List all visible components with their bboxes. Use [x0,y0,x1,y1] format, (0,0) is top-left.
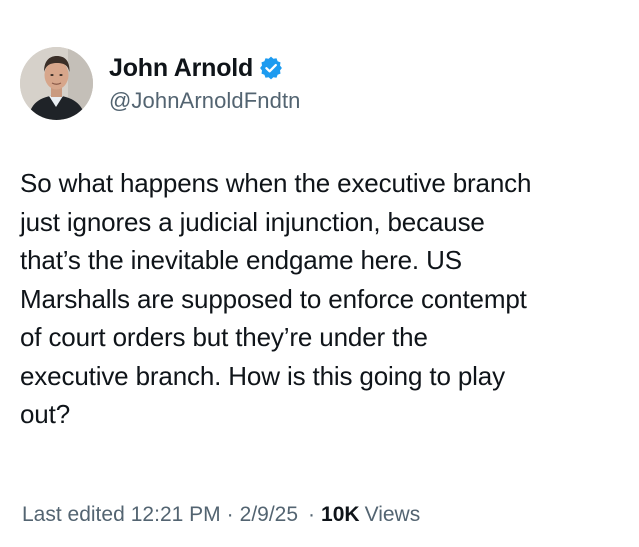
views-label: Views [364,503,421,526]
tweet-date[interactable]: 2/9/25 [240,503,298,527]
tweet-card: John Arnold @JohnArnoldFndtn So what hap… [0,0,639,547]
avatar[interactable] [20,46,93,120]
author-names: John Arnold @JohnArnoldFndtn [109,52,301,114]
author-name[interactable]: John Arnold [109,54,253,83]
tweet-text: So what happens when the executive branc… [20,168,532,429]
verified-badge-icon[interactable] [259,56,283,80]
tweet-time[interactable]: 12:21 PM [131,503,221,527]
avatar-photo [20,46,93,120]
name-row: John Arnold [109,52,301,84]
separator: · [308,503,316,526]
views-count[interactable]: 10K [321,503,360,527]
separator: · [226,503,234,526]
tweet-metadata: Last edited 12:21 PM · 2/9/25 · 10K View… [22,503,420,527]
edited-label[interactable]: Last edited [22,503,125,527]
author-handle[interactable]: @JohnArnoldFndtn [109,88,301,114]
tweet-header: John Arnold @JohnArnoldFndtn [20,44,301,122]
